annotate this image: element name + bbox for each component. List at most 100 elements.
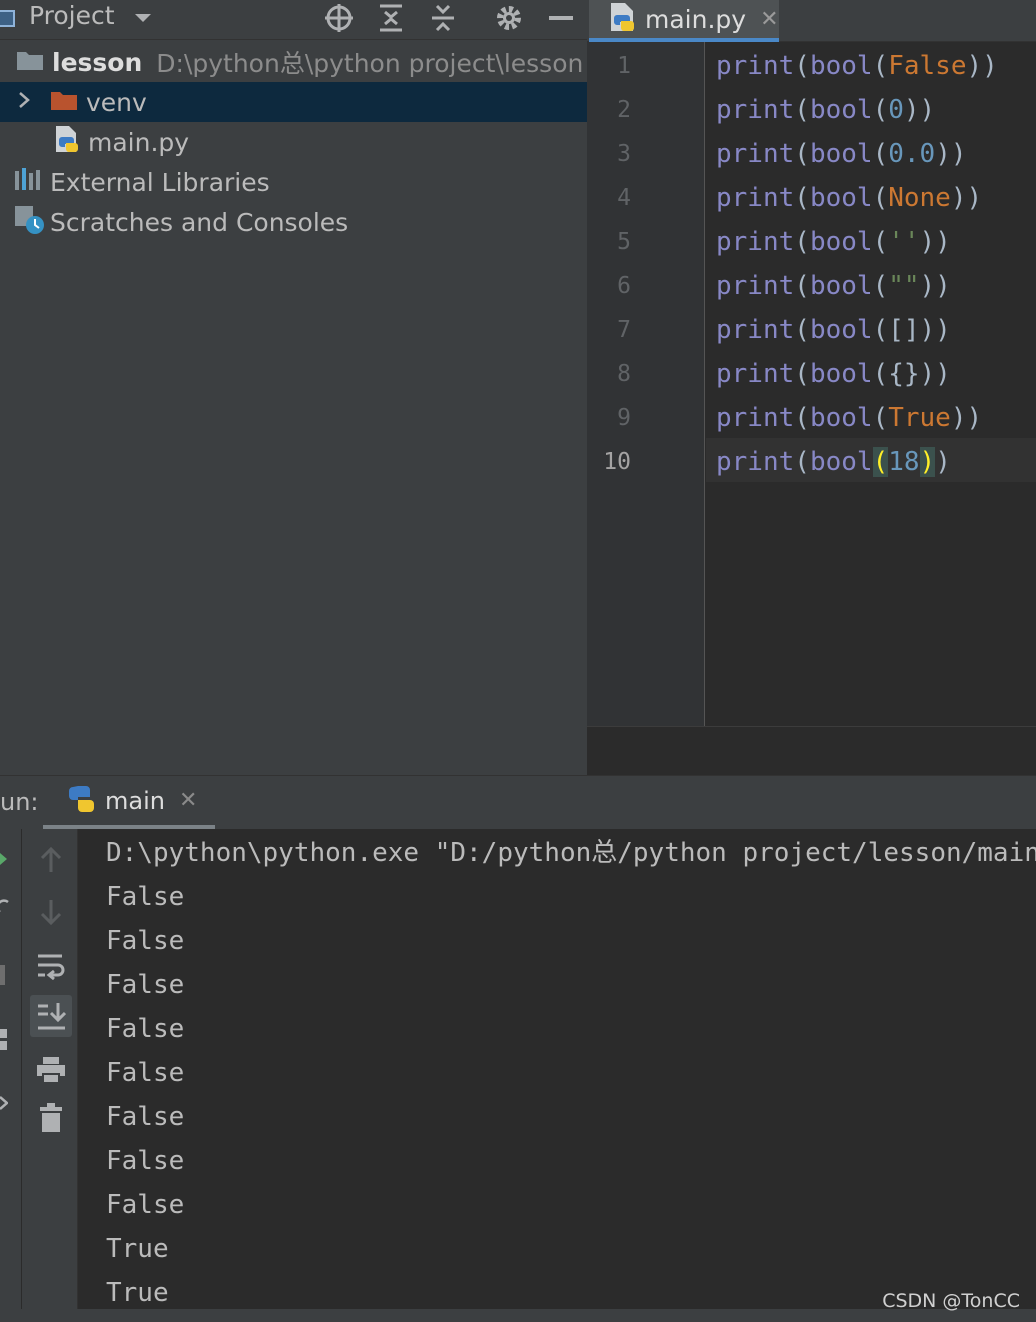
code-token: )) <box>919 271 951 301</box>
expand-all-icon[interactable] <box>374 0 408 36</box>
line-number: 10 <box>603 449 631 475</box>
watermark: CSDN @TonCC <box>882 1290 1020 1312</box>
python-icon <box>67 784 97 818</box>
code-token: ( <box>872 51 889 81</box>
code-token: {} <box>888 359 920 389</box>
scroll-to-end-icon[interactable] <box>30 995 72 1037</box>
arrow-down-icon[interactable] <box>30 891 72 933</box>
code-token: 0 <box>888 95 904 125</box>
python-file-icon <box>609 2 637 36</box>
project-view-title[interactable]: Project <box>29 0 115 32</box>
tree-item-lesson[interactable]: lesson D:\python总\python project\lesson <box>0 42 587 82</box>
code-token: ( <box>794 359 810 389</box>
code-token: '' <box>888 227 920 257</box>
console-output-line: False <box>106 882 185 912</box>
tree-item-scratches[interactable]: Scratches and Consoles <box>0 202 587 242</box>
code-line[interactable]: print(bool('')) <box>716 220 951 264</box>
print-icon[interactable] <box>30 1049 72 1091</box>
editor-tab-main-py[interactable]: main.py ✕ <box>589 0 779 42</box>
code-token: )) <box>919 315 951 345</box>
layout-icon[interactable] <box>0 1029 8 1055</box>
code-token: print <box>716 227 795 257</box>
code-token: ( <box>794 95 810 125</box>
code-token: ( <box>794 447 810 477</box>
console-output-line: True <box>106 1234 169 1264</box>
code-editor[interactable]: print(bool(False)) print(bool(0)) print(bo… <box>706 42 1036 726</box>
code-token: ( <box>872 95 889 125</box>
code-line[interactable]: print(bool(True)) <box>716 396 982 440</box>
stop-icon[interactable] <box>0 965 6 989</box>
console-output-line: False <box>106 1014 185 1044</box>
code-token: print <box>716 95 795 125</box>
tree-item-label: Scratches and Consoles <box>50 207 349 237</box>
console-output-line: True <box>106 1278 169 1308</box>
code-line[interactable]: print(bool(None)) <box>716 176 982 220</box>
code-line[interactable]: print(bool("")) <box>716 264 951 308</box>
run-left-toolbar <box>0 829 22 1322</box>
minimize-icon[interactable] <box>546 0 576 36</box>
line-number: 4 <box>617 185 631 211</box>
code-token: ( <box>872 403 889 433</box>
refresh-icon[interactable] <box>0 899 10 919</box>
tree-item-main-py[interactable]: main.py <box>0 122 587 162</box>
code-line[interactable]: print(bool(18)) <box>716 440 951 484</box>
code-token: ( <box>872 315 889 345</box>
line-number-gutter: 1 2 3 4 5 6 7 8 9 10 <box>587 42 705 726</box>
console-output-line: False <box>106 926 185 956</box>
code-line[interactable]: print(bool(False)) <box>716 44 998 88</box>
chevron-right-icon[interactable] <box>16 88 32 117</box>
pin-icon[interactable] <box>0 1095 9 1115</box>
tree-item-label: main.py <box>88 127 190 157</box>
locate-icon[interactable] <box>322 0 356 36</box>
chevron-down-icon[interactable] <box>130 0 156 36</box>
code-token: ( <box>794 139 810 169</box>
line-number: 9 <box>617 405 631 431</box>
code-token: )) <box>966 51 998 81</box>
code-token: )) <box>919 359 951 389</box>
code-line[interactable]: print(bool(0)) <box>716 88 935 132</box>
project-view-icon[interactable] <box>0 0 18 36</box>
code-token: ( <box>794 315 810 345</box>
code-token: bool <box>809 51 873 81</box>
gear-icon[interactable] <box>492 0 526 36</box>
close-icon[interactable]: ✕ <box>760 7 778 32</box>
run-console-output[interactable]: D:\python\python.exe "D:/python总/python … <box>78 829 1036 1309</box>
project-toolbar: Project <box>0 0 587 40</box>
code-token: bool <box>809 227 873 257</box>
close-icon[interactable]: ✕ <box>179 788 197 813</box>
code-token: ( <box>872 447 889 477</box>
code-token: )) <box>919 227 951 257</box>
folder-icon <box>50 88 78 117</box>
trash-icon[interactable] <box>30 1097 72 1139</box>
soft-wrap-icon[interactable] <box>30 945 72 987</box>
code-token: 0.0 <box>888 139 936 169</box>
code-line[interactable]: print(bool(0.0)) <box>716 132 967 176</box>
code-token: )) <box>950 183 983 213</box>
code-token: bool <box>809 359 873 389</box>
code-token: bool <box>809 447 873 477</box>
code-token: ( <box>872 183 889 213</box>
run-console-toolbar <box>22 829 78 1322</box>
code-token: ) <box>919 447 936 477</box>
line-number: 5 <box>617 229 631 255</box>
tree-item-path: D:\python总\python project\lesson <box>156 49 584 78</box>
code-token: print <box>716 315 795 345</box>
collapse-all-icon[interactable] <box>426 0 460 36</box>
python-file-icon <box>54 125 80 159</box>
run-tab-main[interactable]: main ✕ <box>43 776 215 830</box>
code-token: )) <box>903 95 936 125</box>
code-token: print <box>716 139 795 169</box>
code-token: ( <box>794 227 810 257</box>
code-token: ( <box>872 227 889 257</box>
code-line[interactable]: print(bool([])) <box>716 308 951 352</box>
arrow-up-icon[interactable] <box>30 839 72 881</box>
tree-item-label: External Libraries <box>50 167 270 197</box>
tree-item-venv[interactable]: venv <box>0 82 587 122</box>
code-token: True <box>888 403 951 433</box>
console-output-line: False <box>106 1102 185 1132</box>
code-token: [] <box>888 315 920 345</box>
tree-item-external-libraries[interactable]: External Libraries <box>0 162 587 202</box>
editor-tab-label: main.py <box>645 4 747 34</box>
code-line[interactable]: print(bool({})) <box>716 352 951 396</box>
rerun-icon[interactable] <box>0 851 8 870</box>
